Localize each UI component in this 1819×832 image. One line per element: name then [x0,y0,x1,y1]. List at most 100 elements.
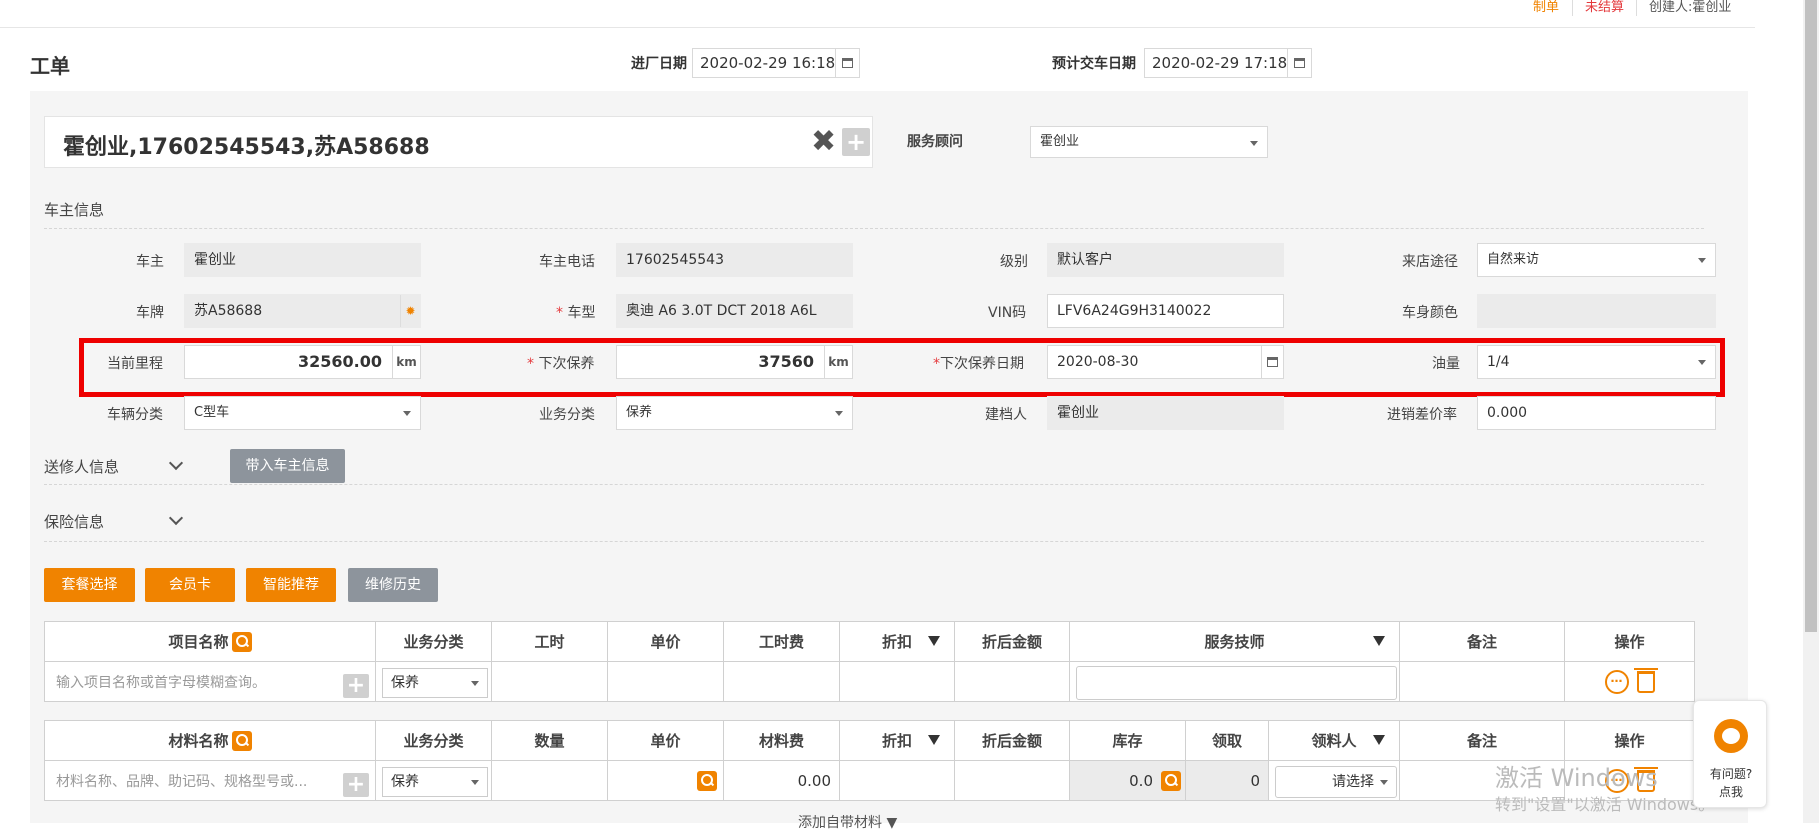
insurance-info-heading[interactable]: 保险信息 [44,511,104,532]
creator-text: 创建人:霍创业 [1649,0,1732,15]
labor-fee-cell [723,661,840,702]
col-project-name: 项目名称 [44,621,376,662]
table-row: 输入项目名称或首字母模糊查询。 + 保养 ⋯ [44,661,1695,702]
take-cell[interactable]: 0 [1185,760,1269,801]
level-field: 默认客户 [1047,243,1284,277]
calendar-icon[interactable] [1287,49,1311,77]
advisor-value: 霍创业 [1040,134,1080,149]
vehicle-category-select[interactable]: C型车 [184,396,421,430]
col-picker[interactable]: 领料人 [1268,720,1400,761]
add-icon[interactable]: + [343,773,369,797]
customer-display: 霍创业,17602545543,苏A58688 [63,135,430,160]
technician-input[interactable] [1076,666,1397,700]
col-qty: 数量 [491,720,608,761]
col-label: 材料名称 [168,731,229,750]
in-date-input[interactable]: 2020-02-29 16:18 [692,48,860,78]
repair-history-button[interactable]: 维修历史 [348,568,438,602]
search-icon[interactable] [231,731,252,752]
source-label: 来店途径 [1402,254,1458,270]
table-header-row: 材料名称 业务分类 数量 单价 材料费 折扣 折后金额 库存 领取 领料人 备注… [44,720,1695,761]
col-material-name: 材料名称 [44,720,376,761]
smart-recommend-button[interactable]: 智能推荐 [246,568,336,602]
search-icon[interactable] [697,771,717,791]
phone-field: 17602545543 [616,243,853,277]
discount-cell[interactable] [839,661,955,702]
discount-cell[interactable] [839,760,955,801]
vehicle-category-label: 车辆分类 [107,407,163,423]
member-card-button[interactable]: 会员卡 [145,568,235,602]
qty-cell[interactable] [491,760,608,801]
col-after-discount: 折后金额 [954,720,1070,761]
markup-rate-field[interactable]: 0.000 [1477,396,1716,430]
biz-category-select[interactable]: 保养 [616,396,853,430]
biz-cell: 保养 [375,661,492,702]
deliver-date-label: 预计交车日期 [1052,56,1136,72]
col-label: 服务技师 [1204,633,1265,651]
biz-select[interactable]: 保养 [382,668,488,698]
vin-label: VIN码 [988,305,1027,321]
add-own-material-link[interactable]: 添加自带材料 ▼ [798,812,897,832]
technician-cell [1069,661,1400,702]
remark-cell[interactable] [1399,661,1565,702]
placeholder: 材料名称、品牌、助记码、规格型号或... [56,773,308,790]
status-draft: 制单 [1533,0,1560,15]
sender-info-heading[interactable]: 送修人信息 [44,456,119,477]
project-name-input[interactable]: 输入项目名称或首字母模糊查询。 + [44,661,376,702]
price-cell[interactable] [607,661,724,702]
col-action: 操作 [1564,720,1695,761]
col-labor-fee: 工时费 [723,621,840,662]
required-mark: * [556,305,563,321]
dropdown-icon[interactable] [1373,735,1385,745]
model-field: 奥迪 A6 3.0T DCT 2018 A6L [616,294,853,328]
picker-select[interactable]: 请选择 [1275,766,1397,798]
delete-icon[interactable] [1633,667,1658,693]
dropdown-icon[interactable] [928,636,940,646]
search-icon[interactable] [231,632,252,653]
col-label: 折扣 [881,633,912,651]
calendar-icon[interactable] [835,49,859,77]
search-icon[interactable] [1161,771,1181,791]
stock-cell: 0.0 [1069,760,1186,801]
help-widget[interactable]: 有问题? 点我 [1693,700,1767,808]
plate-field: 苏A58688 ✹ [184,294,421,328]
col-discount[interactable]: 折扣 [839,720,955,761]
customer-search-box[interactable]: 霍创业,17602545543,苏A58688 ✖ + [44,116,873,168]
clear-icon[interactable]: ✖ [811,125,836,159]
hours-cell[interactable] [491,661,608,702]
help-text-1: 有问题? [1709,767,1753,781]
deliver-date-input[interactable]: 2020-02-29 17:18 [1144,48,1312,78]
source-select[interactable]: 自然来访 [1477,243,1716,277]
chevron-down-icon [1380,780,1388,785]
col-stock: 库存 [1069,720,1186,761]
col-take: 领取 [1185,720,1269,761]
gear-icon[interactable]: ✹ [400,295,420,327]
headset-icon [1714,719,1748,753]
more-icon[interactable]: ⋯ [1604,669,1629,694]
scrollbar[interactable] [1803,0,1819,823]
page-title: 工单 [30,54,70,78]
highlight-box [79,338,1725,397]
price-cell[interactable] [607,760,724,801]
action-cell: ⋯ [1564,661,1695,702]
bring-owner-info-button[interactable]: 带入车主信息 [230,449,345,483]
material-name-input[interactable]: 材料名称、品牌、助记码、规格型号或... + [44,760,376,801]
biz-select[interactable]: 保养 [382,767,488,797]
col-technician[interactable]: 服务技师 [1069,621,1400,662]
dropdown-icon[interactable] [928,735,940,745]
scrollbar-thumb[interactable] [1805,0,1817,632]
col-after-discount: 折后金额 [954,621,1070,662]
col-material-fee: 材料费 [723,720,840,761]
advisor-select[interactable]: 霍创业 [1030,126,1268,158]
color-field [1477,294,1716,328]
package-select-button[interactable]: 套餐选择 [44,568,135,602]
project-table: 项目名称 业务分类 工时 单价 工时费 折扣 折后金额 服务技师 备注 操作 输… [44,621,1695,702]
dropdown-icon[interactable] [1373,636,1385,646]
in-date-label: 进厂日期 [631,56,687,72]
add-icon[interactable]: + [343,674,369,698]
phone-label: 车主电话 [539,254,595,270]
add-customer-icon[interactable]: + [842,128,870,156]
vin-field[interactable]: LFV6A24G9H3140022 [1047,294,1284,328]
col-discount[interactable]: 折扣 [839,621,955,662]
plate-value: 苏A58688 [194,303,263,319]
table-row: 材料名称、品牌、助记码、规格型号或... + 保养 0.00 0.0 0 请选择 … [44,760,1695,801]
